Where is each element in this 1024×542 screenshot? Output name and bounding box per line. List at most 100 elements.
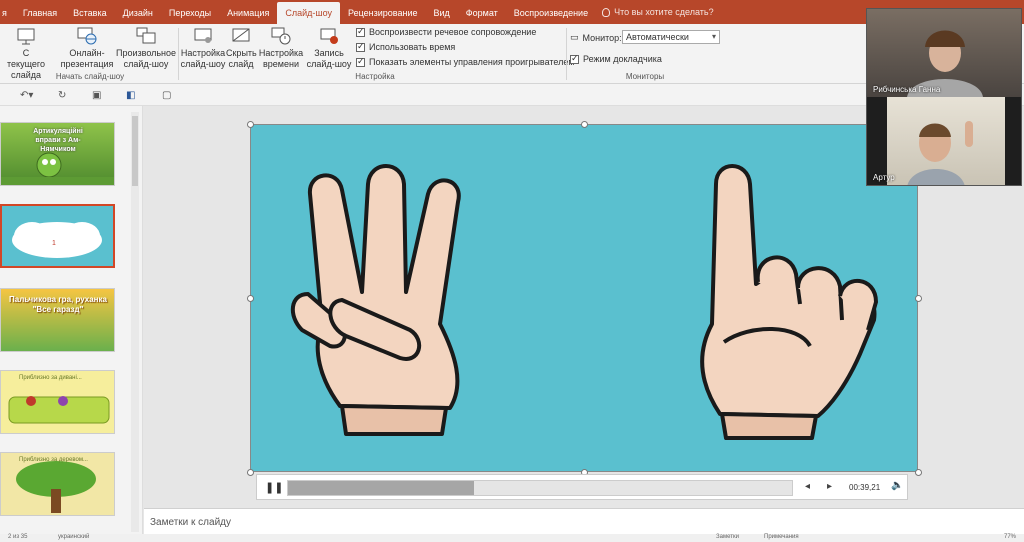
- slide-2-cloud: [12, 222, 102, 258]
- slide-thumbnail-1[interactable]: Артикуляційні вправи з Ам-Нямчиком: [0, 122, 115, 186]
- resize-handle[interactable]: [247, 469, 254, 476]
- participant-2-name: Артур: [873, 173, 895, 182]
- record-slideshow-button[interactable]: Запись слайд-шоу: [304, 26, 354, 70]
- tab-insert[interactable]: Вставка: [65, 0, 114, 24]
- tab-playback[interactable]: Воспроизведение: [506, 0, 596, 24]
- screenshot-icon[interactable]: ▣: [92, 90, 101, 101]
- checkbox-checked-icon: [356, 41, 365, 52]
- slideshow-current-icon: [15, 26, 37, 46]
- image-icon[interactable]: ▢: [162, 90, 171, 101]
- redo-icon[interactable]: ↻: [58, 90, 66, 101]
- notes-toggle-button[interactable]: Заметки: [716, 534, 739, 540]
- setup-label: Настройка: [180, 48, 226, 58]
- tab-format[interactable]: Формат: [458, 0, 506, 24]
- layout-icon[interactable]: ◧: [126, 90, 135, 101]
- participant-video-2: Артур: [873, 97, 1005, 185]
- use-timings-checkbox[interactable]: Использовать время: [356, 41, 456, 52]
- lightbulb-icon: [602, 7, 611, 17]
- resize-handle[interactable]: [915, 469, 922, 476]
- participant-2-silhouette: [907, 121, 973, 185]
- slide-canvas[interactable]: [250, 124, 918, 472]
- tab-design[interactable]: Дизайн: [115, 0, 161, 24]
- custom-label: Произвольное: [116, 48, 177, 58]
- monitor-select[interactable]: Автоматически: [622, 30, 720, 44]
- record-icon: [318, 26, 340, 46]
- tab-file[interactable]: я: [0, 0, 15, 24]
- tab-animations[interactable]: Анимация: [219, 0, 277, 24]
- notes-placeholder: Заметки к слайду: [150, 517, 231, 528]
- seek-back-icon[interactable]: ◂: [805, 481, 810, 492]
- slide-thumbnail-4[interactable]: Приблизно за дивані...: [0, 370, 115, 434]
- custom-slideshow-button[interactable]: Произвольное слайд-шоу: [116, 26, 176, 70]
- hide-slide-button[interactable]: Скрыть слайд: [226, 26, 257, 70]
- presenter-view-checkbox[interactable]: Режим докладчика: [570, 53, 662, 64]
- rehearse-timings-button[interactable]: Настройка времени: [258, 26, 304, 70]
- tab-view[interactable]: Вид: [426, 0, 458, 24]
- media-controls-label: Показать элементы управления проигрывате…: [369, 57, 575, 67]
- tell-me-search[interactable]: Что вы хотите сделать?: [596, 0, 720, 24]
- tab-review[interactable]: Рецензирование: [340, 0, 426, 24]
- slide-thumbnail-5[interactable]: Приблизно за деревом...: [0, 452, 115, 516]
- narration-label: Воспроизвести речевое сопровождение: [369, 27, 537, 37]
- presenter-view-label: Режим докладчика: [583, 54, 662, 64]
- resize-handle[interactable]: [581, 121, 588, 128]
- record-label: Запись: [314, 48, 344, 58]
- participant-video-1: Рибчинська Ганна: [867, 9, 1021, 97]
- slide-thumbnail-2[interactable]: 1: [0, 204, 115, 268]
- checkbox-checked-icon: [570, 53, 579, 64]
- volume-icon[interactable]: 🔈: [891, 480, 903, 491]
- pause-icon[interactable]: ❚❚: [265, 481, 283, 494]
- checkbox-checked-icon: [356, 56, 365, 67]
- scrollbar-thumb[interactable]: [132, 116, 138, 186]
- slide-counter: 2 из 35: [8, 534, 28, 540]
- slides-thumbnail-panel: Артикуляційні вправи з Ам-Нямчиком 1 Пал…: [0, 106, 143, 534]
- tell-me-text: Что вы хотите сделать?: [614, 7, 714, 17]
- slide-1-title: Артикуляційні вправи з Ам-Нямчиком: [33, 128, 83, 153]
- ribbon-separator: [178, 28, 179, 80]
- undo-icon[interactable]: ↶▾: [20, 90, 33, 101]
- resize-handle[interactable]: [915, 295, 922, 302]
- setup-slideshow-button[interactable]: Настройка слайд-шоу: [180, 26, 226, 70]
- show-media-controls-checkbox[interactable]: Показать элементы управления проигрывате…: [356, 56, 575, 67]
- resize-handle[interactable]: [247, 295, 254, 302]
- slide-4-title: Приблизно за дивані...: [19, 375, 82, 381]
- setup-label-2: слайд-шоу: [180, 59, 226, 69]
- notes-pane[interactable]: Заметки к слайду: [144, 508, 1024, 534]
- slide-3-title: Пальчикова гра, руханка "Все гаразд": [9, 295, 107, 314]
- seek-forward-icon[interactable]: ▸: [827, 481, 832, 492]
- tab-transitions[interactable]: Переходы: [161, 0, 219, 24]
- rehearse-label-2: времени: [263, 59, 299, 69]
- group-monitors-label: Мониторы: [625, 72, 665, 81]
- monitor-label: Монитор:: [582, 32, 622, 43]
- globe-presentation-icon: [76, 26, 98, 46]
- group-start-label: Начать слайд-шоу: [55, 72, 125, 81]
- media-controls-bar: ❚❚ ◂ ▸ 00:39,21 🔈: [256, 474, 908, 500]
- tab-slideshow[interactable]: Слайд-шоу: [277, 2, 340, 24]
- video-call-overlay: Рибчинська Ганна Артур: [866, 8, 1022, 186]
- resize-handle[interactable]: [247, 121, 254, 128]
- custom-label-2: слайд-шоу: [123, 59, 169, 69]
- hide-slide-icon: [230, 26, 252, 46]
- use-timings-label: Использовать время: [369, 42, 456, 52]
- custom-show-icon: [135, 26, 157, 46]
- participant-1-silhouette: [907, 30, 983, 97]
- online-presentation-button[interactable]: Онлайн- презентация: [56, 26, 118, 70]
- group-setup-label: Настройка: [355, 72, 395, 81]
- record-label-2: слайд-шоу: [306, 59, 352, 69]
- media-time: 00:39,21: [849, 483, 881, 492]
- checkbox-checked-icon: [356, 26, 365, 37]
- zoom-level[interactable]: 77%: [1004, 534, 1016, 540]
- rehearse-label: Настройка: [258, 48, 304, 58]
- narration-checkbox[interactable]: Воспроизвести речевое сопровождение: [356, 26, 537, 37]
- comments-toggle-button[interactable]: Примечания: [764, 534, 799, 540]
- language-indicator[interactable]: украинский: [58, 534, 89, 540]
- thumbnail-scrollbar[interactable]: [131, 112, 139, 532]
- participant-1-name: Рибчинська Ганна: [873, 85, 941, 94]
- tab-home[interactable]: Главная: [15, 0, 65, 24]
- slide-thumbnail-3[interactable]: Пальчикова гра, руханка "Все гаразд": [0, 288, 115, 352]
- setup-show-icon: [192, 26, 214, 46]
- hand-gestures-illustration: [291, 164, 878, 440]
- monitor-label-row: ▭ Монитор:: [570, 32, 622, 43]
- hide-label: Скрыть: [226, 48, 257, 58]
- media-progress-bar[interactable]: [287, 480, 793, 496]
